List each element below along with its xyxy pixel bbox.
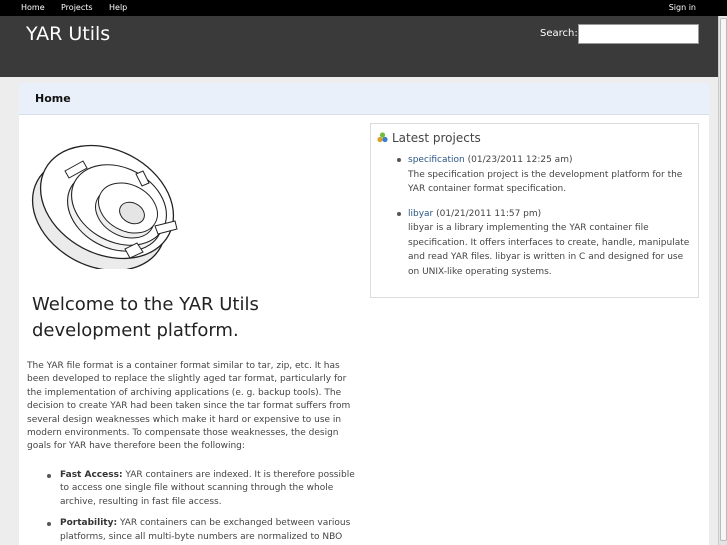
project-date: (01/21/2011 11:57 pm) <box>436 208 542 219</box>
sign-in-link[interactable]: Sign in <box>669 3 696 12</box>
latest-projects-heading: Latest projects <box>377 131 481 145</box>
main-content: Home Welcome to the YAR Utils developmen… <box>19 83 709 545</box>
feature-title: Portability: <box>60 518 118 529</box>
project-date: (01/23/2011 12:25 am) <box>467 155 573 165</box>
intro-paragraph: The YAR file format is a container forma… <box>27 361 351 452</box>
bullet-icon <box>397 211 401 216</box>
menu-item-home[interactable]: Home <box>21 3 45 12</box>
bullet-icon <box>47 474 51 478</box>
breadcrumb: Home <box>19 83 709 115</box>
design-goals-list: Fast Access: YAR containers are indexed.… <box>27 469 355 545</box>
bullet-icon <box>47 522 51 527</box>
latest-projects-box: Latest projects specification (01/23/201… <box>370 123 699 298</box>
top-menu: Home Projects Help Sign in <box>0 0 727 16</box>
search-input[interactable] <box>578 24 699 44</box>
feature-title: Fast Access: <box>60 470 123 480</box>
app-title: YAR Utils <box>26 23 111 45</box>
project-description: The specification project is the develop… <box>408 169 683 195</box>
list-item: Portability: YAR containers can be excha… <box>27 517 355 545</box>
welcome-heading: Welcome to the YAR Utils development pla… <box>32 294 259 341</box>
menu-item-projects[interactable]: Projects <box>61 3 93 12</box>
vertical-scrollbar[interactable] <box>718 16 727 545</box>
yar-logo-image <box>31 144 178 269</box>
latest-projects-title: Latest projects <box>392 131 481 145</box>
projects-list: specification (01/23/2011 12:25 am) The … <box>371 153 700 289</box>
project-link-specification[interactable]: specification <box>408 155 465 165</box>
bullet-icon <box>397 158 401 162</box>
project-description: libyar is a library implementing the YAR… <box>408 223 690 277</box>
list-item: Fast Access: YAR containers are indexed.… <box>27 469 355 509</box>
scrollbar-thumb[interactable] <box>720 18 727 541</box>
projects-icon <box>377 132 388 143</box>
list-item: specification (01/23/2011 12:25 am) The … <box>371 153 700 197</box>
project-link-libyar[interactable]: libyar <box>408 209 433 219</box>
list-item: libyar (01/21/2011 11:57 pm) libyar is a… <box>371 207 700 280</box>
header: YAR Utils Search: <box>0 16 727 77</box>
page-title: Home <box>35 92 71 105</box>
search-label: Search: <box>540 28 578 39</box>
menu-item-help[interactable]: Help <box>109 3 127 12</box>
